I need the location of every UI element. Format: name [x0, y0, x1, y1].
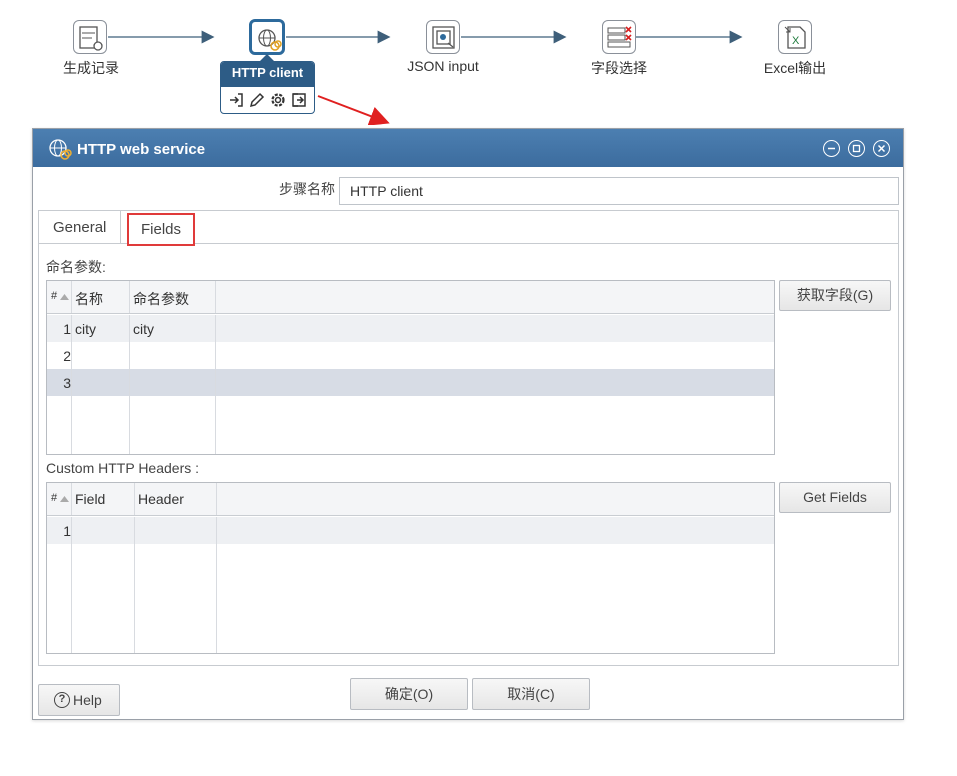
output-icon[interactable]	[290, 91, 308, 109]
http-web-service-dialog: HTTP web service 步骤名称 HTTP client Genera…	[32, 128, 904, 720]
step-label-excel-output: Excel输出	[763, 60, 827, 76]
table-header: # 名称 命名参数	[47, 281, 774, 314]
row-number: 3	[63, 375, 71, 391]
get-fields-button[interactable]: 获取字段(G)	[779, 280, 891, 311]
param-cell[interactable]: city	[133, 321, 154, 337]
step-name-label: 步骤名称	[279, 181, 335, 197]
help-button-label: Help	[73, 692, 102, 708]
step-select-values[interactable]	[602, 20, 636, 54]
column-header-field[interactable]: Field	[75, 491, 105, 507]
row-number: 1	[63, 321, 71, 337]
table-header: # Field Header	[47, 483, 774, 516]
step-http-client[interactable]	[249, 19, 285, 55]
settings-icon[interactable]	[269, 91, 287, 109]
get-header-fields-button[interactable]: Get Fields	[779, 482, 891, 513]
http-client-icon	[47, 137, 73, 164]
dialog-title: HTTP web service	[77, 141, 206, 158]
named-params-label: 命名参数:	[46, 259, 106, 275]
tab-general[interactable]: General	[39, 211, 122, 244]
step-label-generate-rows: 生成记录	[63, 60, 119, 76]
maximize-icon[interactable]	[848, 140, 865, 157]
tabs-panel: General Fields 命名参数: # 名称 命名参数 1 city ci…	[38, 210, 899, 666]
custom-headers-table[interactable]: # Field Header 1	[46, 482, 775, 654]
input-icon[interactable]	[227, 91, 245, 109]
table-row[interactable]: 2	[47, 342, 774, 369]
step-name-row: 步骤名称 HTTP client	[33, 177, 905, 207]
sort-asc-icon[interactable]	[60, 294, 69, 300]
hover-card-title: HTTP client	[221, 62, 314, 87]
close-icon[interactable]	[873, 140, 890, 157]
svg-text:X: X	[792, 35, 800, 47]
custom-headers-label: Custom HTTP Headers :	[46, 460, 200, 476]
dialog-titlebar[interactable]: HTTP web service	[33, 129, 903, 167]
column-header-name[interactable]: 名称	[75, 289, 103, 309]
pipeline-canvas: 生成记录 HTTP client JSON input 字段选择 X Excel…	[0, 0, 957, 125]
select-values-icon	[607, 26, 632, 48]
step-generate-rows[interactable]	[73, 20, 107, 54]
table-row[interactable]: 1	[47, 517, 774, 544]
edit-icon[interactable]	[248, 91, 266, 109]
row-number: 2	[63, 348, 71, 364]
excel-output-icon: X	[784, 26, 806, 49]
generate-rows-icon	[79, 26, 103, 51]
sort-asc-icon[interactable]	[60, 496, 69, 502]
tab-fields[interactable]: Fields	[127, 213, 195, 246]
step-json-input[interactable]	[426, 20, 460, 54]
ok-button[interactable]: 确定(O)	[350, 678, 468, 710]
minimize-icon[interactable]	[823, 140, 840, 157]
column-header-number: #	[51, 290, 58, 302]
named-params-table[interactable]: # 名称 命名参数 1 city city 2 3	[46, 280, 775, 455]
http-client-icon	[258, 29, 282, 51]
step-label-json-input: JSON input	[407, 58, 479, 74]
help-button[interactable]: ? Help	[38, 684, 120, 716]
json-input-icon	[432, 26, 455, 49]
row-number: 1	[63, 523, 71, 539]
column-header-param[interactable]: 命名参数	[133, 289, 189, 309]
annotation-arrow	[317, 95, 390, 125]
help-icon: ?	[54, 692, 70, 708]
tab-bar: General Fields	[39, 211, 898, 246]
step-name-input[interactable]: HTTP client	[339, 177, 899, 205]
column-header-number: #	[51, 492, 58, 504]
table-row[interactable]: 3	[47, 369, 774, 396]
step-hover-card: HTTP client	[220, 61, 315, 114]
step-excel-output[interactable]: X	[778, 20, 812, 54]
step-label-select-values: 字段选择	[591, 60, 647, 76]
column-header-header[interactable]: Header	[138, 491, 184, 507]
table-row[interactable]: 1 city city	[47, 315, 774, 342]
cancel-button[interactable]: 取消(C)	[472, 678, 590, 710]
name-cell[interactable]: city	[75, 321, 96, 337]
